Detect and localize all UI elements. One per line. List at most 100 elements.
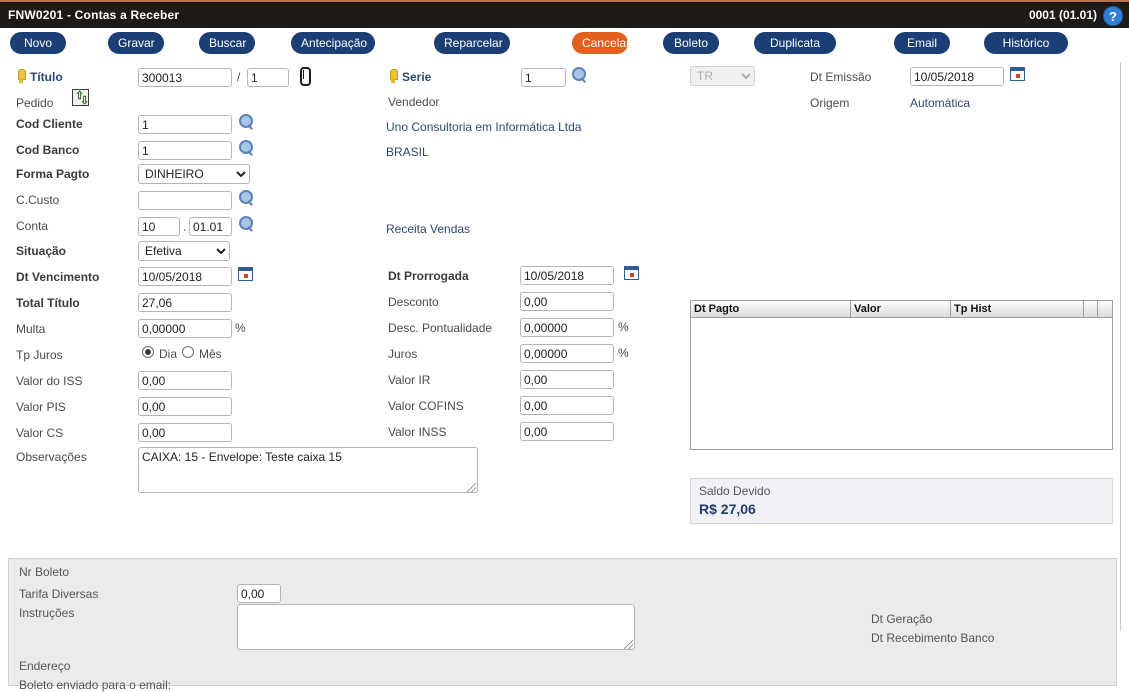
multa-input[interactable] — [138, 319, 232, 338]
valor-iss-input[interactable] — [138, 371, 232, 390]
valor-cs-input[interactable] — [138, 423, 232, 442]
tp-juros-mes-radio[interactable] — [182, 346, 194, 358]
grid-col-extra-2[interactable] — [1098, 301, 1114, 317]
origem-label: Origem — [810, 96, 849, 110]
gravar-button[interactable]: Gravar — [108, 32, 164, 54]
dt-prorrogada-calendar-icon[interactable] — [624, 266, 639, 280]
pedido-label: Pedido — [16, 96, 53, 110]
ccusto-input[interactable] — [138, 191, 232, 210]
valor-cs-label: Valor CS — [16, 426, 63, 440]
dt-geracao-label: Dt Geração — [871, 612, 932, 626]
valor-cofins-label: Valor COFINS — [388, 399, 464, 413]
green-double-arrow-icon[interactable]: ⇧ ⇩ — [72, 89, 89, 106]
grid-col-valor[interactable]: Valor — [851, 301, 951, 317]
total-titulo-input[interactable] — [138, 293, 232, 312]
cod-cliente-label: Cod Cliente — [16, 117, 83, 131]
titulo-flag-icon — [16, 69, 26, 83]
valor-ir-input[interactable] — [520, 370, 614, 389]
conta-separator: . — [183, 220, 186, 234]
tp-juros-dia-label: Dia — [159, 347, 177, 361]
ccusto-label: C.Custo — [16, 193, 59, 207]
conta-input[interactable] — [138, 217, 180, 236]
serie-label: Serie — [402, 70, 431, 84]
desconto-input[interactable] — [520, 292, 614, 311]
tp-juros-label: Tp Juros — [16, 348, 63, 362]
tarifa-diversas-input[interactable] — [237, 584, 281, 603]
valor-pis-input[interactable] — [138, 397, 232, 416]
forma-pagto-select[interactable]: DINHEIRO — [138, 164, 250, 184]
tr-select[interactable]: TR — [690, 66, 755, 86]
dt-emissao-label: Dt Emissão — [810, 70, 871, 84]
paperclip-icon[interactable] — [297, 66, 311, 84]
historico-button[interactable]: Histórico — [984, 32, 1068, 54]
instrucoes-textarea[interactable] — [237, 604, 635, 650]
juros-input[interactable] — [520, 344, 614, 363]
form-page: Título / Pedido ⇧ ⇩ Cod Cliente Cod Banc… — [0, 62, 1121, 631]
tp-juros-dia-radio[interactable] — [142, 346, 154, 358]
valor-inss-label: Valor INSS — [388, 425, 446, 439]
arrow-down-glyph: ⇩ — [80, 97, 89, 105]
payments-grid: Dt Pagto Valor Tp Hist — [690, 300, 1113, 450]
help-icon[interactable]: ? — [1103, 6, 1123, 26]
desc-pontualidade-input[interactable] — [520, 318, 614, 337]
grid-col-dt-pagto[interactable]: Dt Pagto — [691, 301, 851, 317]
pais-text: BRASIL — [386, 145, 429, 159]
main-toolbar: Novo Gravar Buscar Antecipação Reparcela… — [0, 28, 1129, 62]
desc-pontualidade-label: Desc. Pontualidade — [388, 321, 492, 335]
dt-emissao-input[interactable] — [910, 67, 1004, 86]
receita-text: Receita Vendas — [386, 222, 470, 236]
boleto-button[interactable]: Boleto — [663, 32, 719, 54]
valor-iss-label: Valor do ISS — [16, 374, 82, 388]
endereco-label: Endereço — [19, 659, 70, 673]
multa-label: Multa — [16, 322, 45, 336]
serie-input[interactable] — [521, 68, 566, 87]
duplicata-button[interactable]: Duplicata — [754, 32, 836, 54]
dt-prorrogada-input[interactable] — [520, 266, 614, 285]
ccusto-search-icon[interactable] — [238, 190, 254, 206]
buscar-button[interactable]: Buscar — [199, 32, 255, 54]
cod-banco-input[interactable] — [138, 141, 232, 160]
serie-search-icon[interactable] — [571, 67, 587, 83]
nr-boleto-label: Nr Boleto — [19, 565, 69, 579]
titulo-label: Título — [30, 70, 63, 84]
payments-grid-body[interactable] — [691, 318, 1112, 449]
forma-pagto-label: Forma Pagto — [16, 167, 89, 181]
observacoes-label: Observações — [16, 450, 87, 464]
situacao-label: Situação — [16, 244, 66, 258]
cod-cliente-input[interactable] — [138, 115, 232, 134]
titulo-parcela-input[interactable] — [247, 68, 289, 87]
novo-button[interactable]: Novo — [10, 32, 66, 54]
serie-flag-icon — [388, 69, 398, 83]
payments-grid-header: Dt Pagto Valor Tp Hist — [691, 301, 1112, 318]
dt-vencimento-input[interactable] — [138, 267, 232, 286]
reparcelar-button[interactable]: Reparcelar — [434, 32, 510, 54]
conta-search-icon[interactable] — [238, 216, 254, 232]
window-title-bar: FNW0201 - Contas a Receber 0001 (01.01) … — [0, 0, 1129, 28]
conta-subconta-input[interactable] — [189, 217, 232, 236]
email-button[interactable]: Email — [894, 32, 950, 54]
observacoes-textarea[interactable]: CAIXA: 15 - Envelope: Teste caixa 15 — [138, 447, 478, 493]
situacao-select[interactable]: Efetiva — [138, 241, 230, 261]
juros-suffix: % — [618, 346, 629, 360]
dt-emissao-calendar-icon[interactable] — [1010, 67, 1025, 81]
tarifa-diversas-label: Tarifa Diversas — [19, 587, 98, 601]
cod-cliente-search-icon[interactable] — [238, 114, 254, 130]
saldo-devido-label: Saldo Devido — [699, 484, 770, 498]
antecipacao-button[interactable]: Antecipação — [291, 32, 375, 54]
dt-prorrogada-label: Dt Prorrogada — [388, 269, 469, 283]
vendedor-label: Vendedor — [388, 95, 439, 109]
cod-banco-search-icon[interactable] — [238, 140, 254, 156]
valor-inss-input[interactable] — [520, 422, 614, 441]
desc-pontualidade-suffix: % — [618, 320, 629, 334]
desconto-label: Desconto — [388, 295, 439, 309]
grid-col-extra-1[interactable] — [1084, 301, 1098, 317]
valor-cofins-input[interactable] — [520, 396, 614, 415]
multa-suffix: % — [235, 321, 246, 335]
dt-vencimento-calendar-icon[interactable] — [238, 267, 253, 281]
grid-col-tp-hist[interactable]: Tp Hist — [951, 301, 1084, 317]
titulo-input[interactable] — [138, 68, 232, 87]
cliente-nome-text: Uno Consultoria em Informática Ltda — [386, 120, 581, 134]
titulo-separator: / — [237, 70, 240, 84]
valor-pis-label: Valor PIS — [16, 400, 66, 414]
cancelar-button[interactable]: Cancelar — [572, 32, 628, 54]
